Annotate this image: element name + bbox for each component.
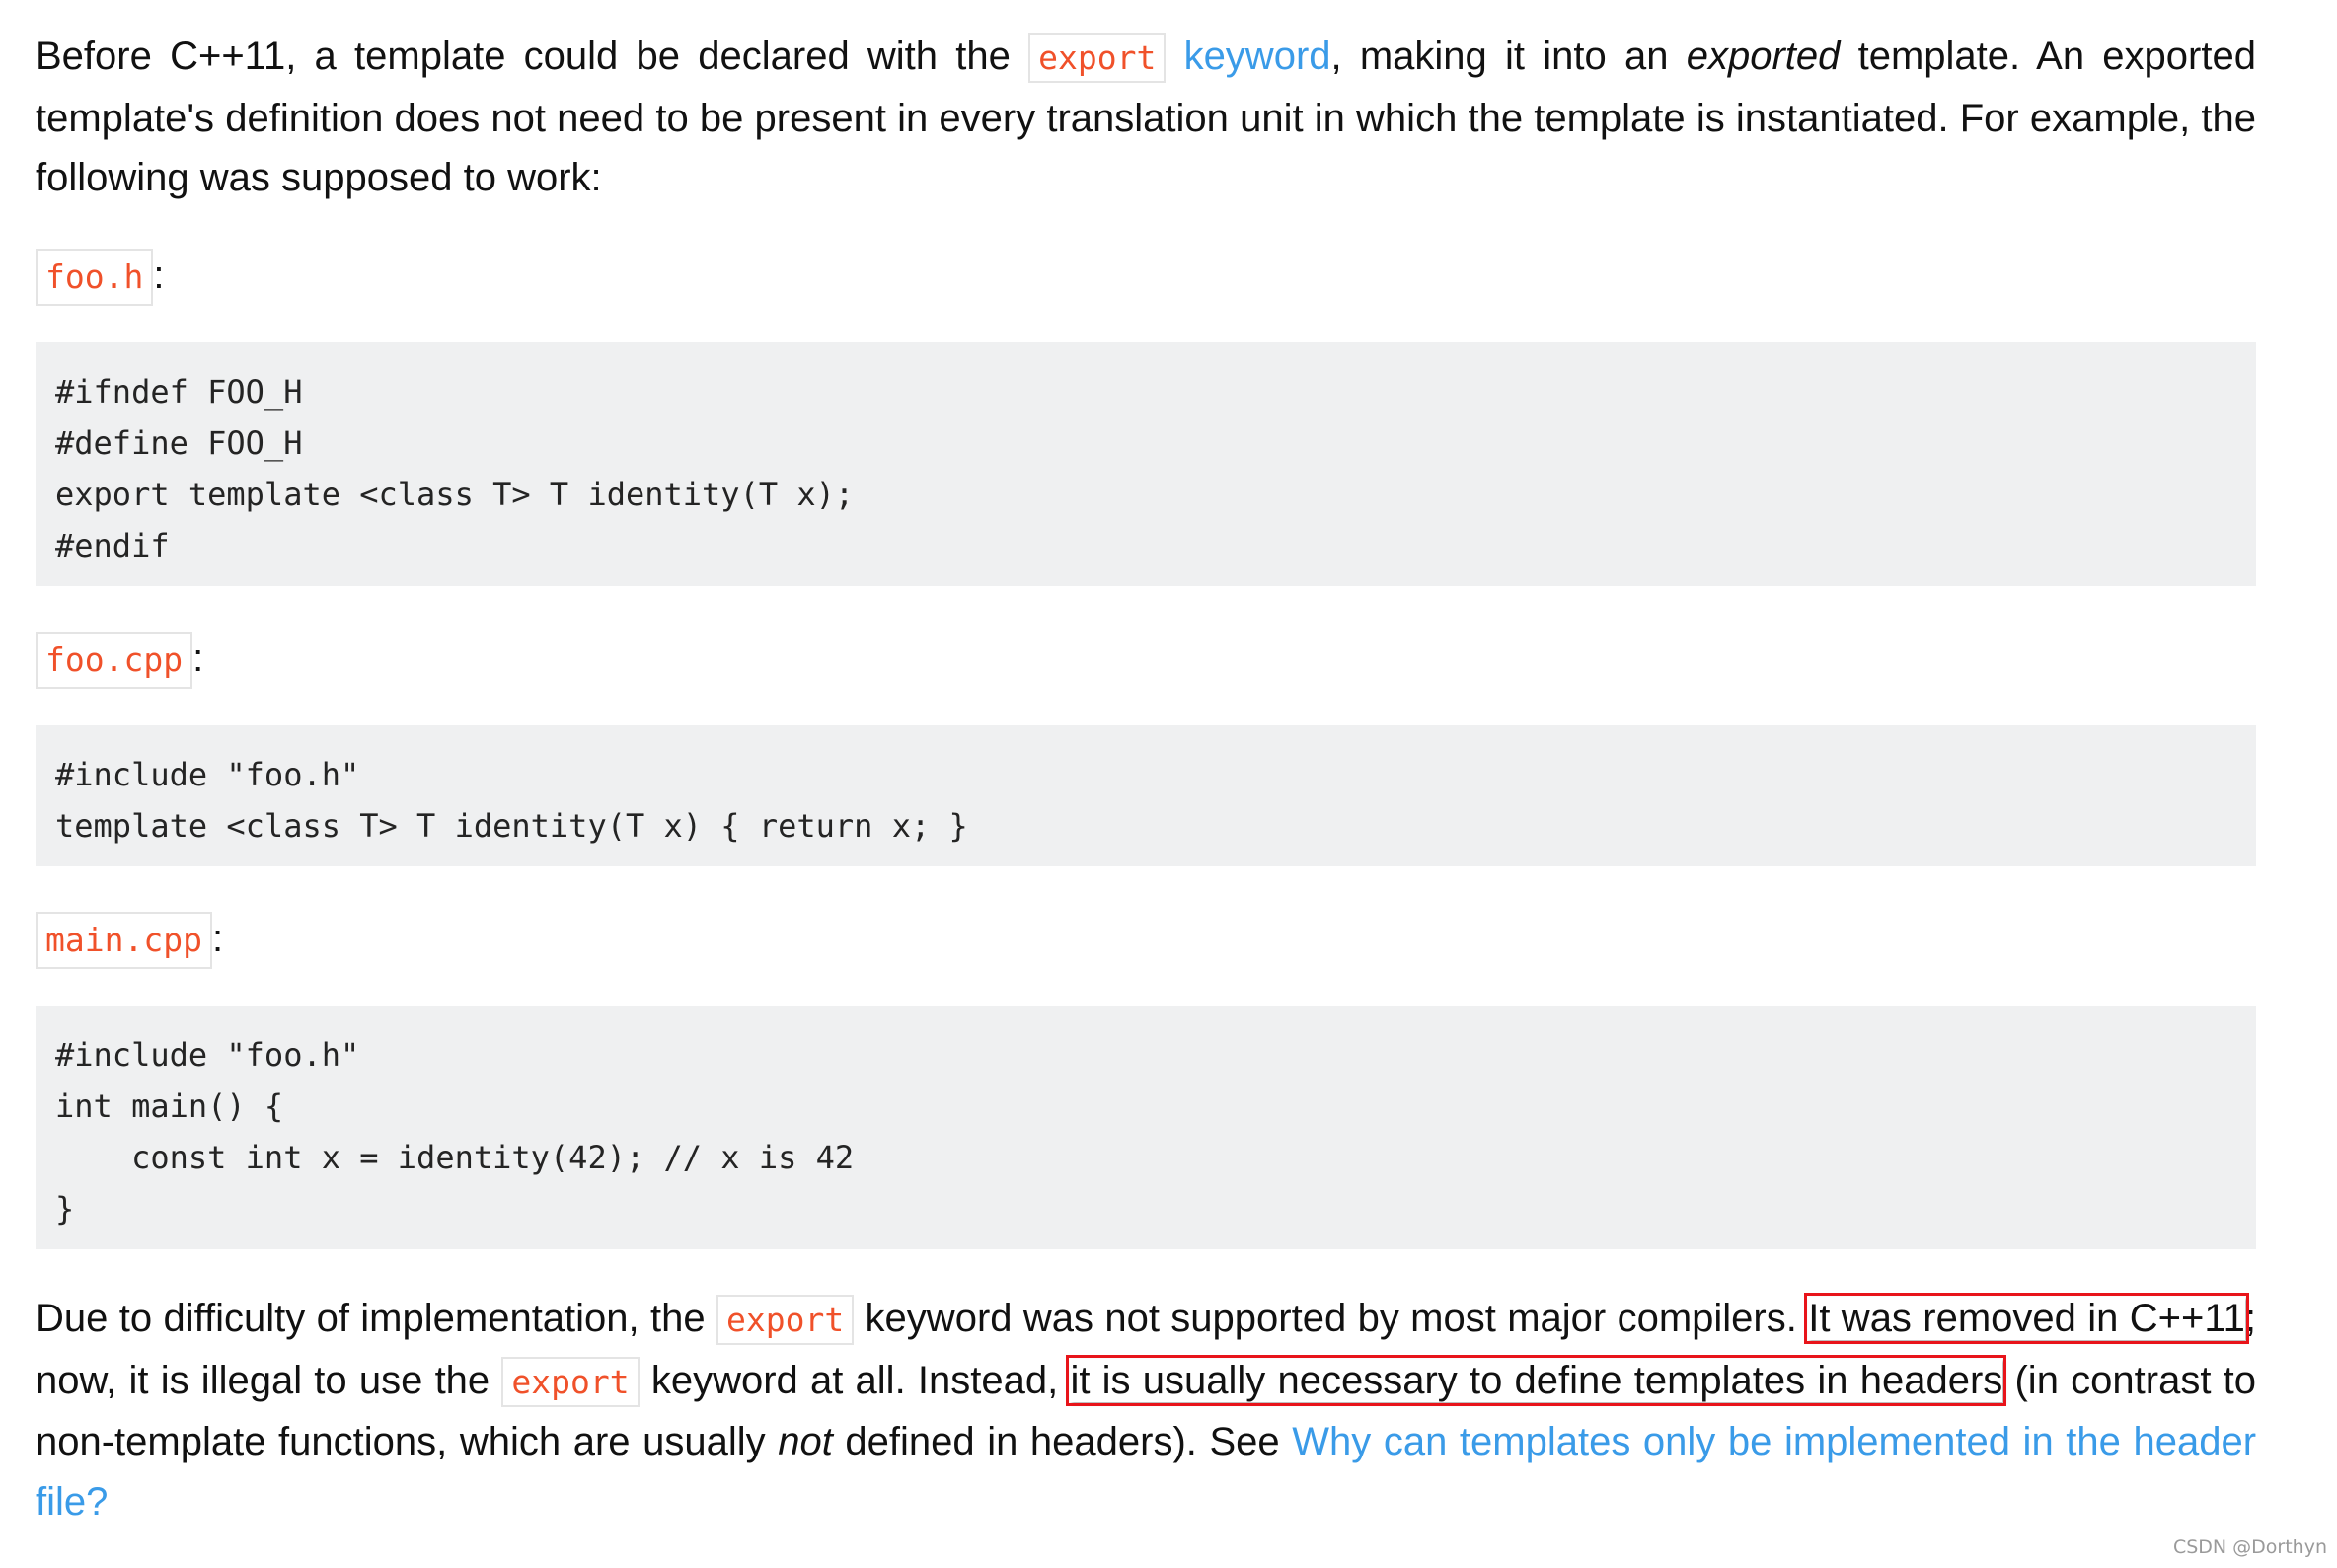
intro-paragraph: Before C++11, a template could be declar…	[36, 33, 2256, 199]
watermark: CSDN @Dorthyn	[2172, 1536, 2327, 1558]
file-label-main-cpp: main.cpp:	[36, 909, 223, 969]
inline-code-export: export	[716, 1295, 855, 1345]
code-block-foo-cpp: #include "foo.h" template <class T> T id…	[36, 725, 2256, 866]
highlight-templates-in-headers: it is usually necessary to define templa…	[1066, 1354, 2007, 1406]
code-block-foo-h: #ifndef FOO_H #define FOO_H export templ…	[36, 342, 2256, 586]
file-label-foo-cpp: foo.cpp:	[36, 629, 203, 689]
inline-code-export: export	[1028, 33, 1167, 83]
outro-paragraph: Due to difficulty of implementation, the…	[36, 1293, 2257, 1524]
highlight-removed-cpp11: It was removed in C++11	[1804, 1293, 2249, 1344]
inline-code-export: export	[501, 1356, 640, 1407]
keyword-link[interactable]: keyword	[1184, 35, 1331, 78]
code-block-main-cpp: #include "foo.h" int main() { const int …	[36, 1006, 2256, 1249]
file-label-foo-h: foo.h:	[36, 246, 164, 306]
